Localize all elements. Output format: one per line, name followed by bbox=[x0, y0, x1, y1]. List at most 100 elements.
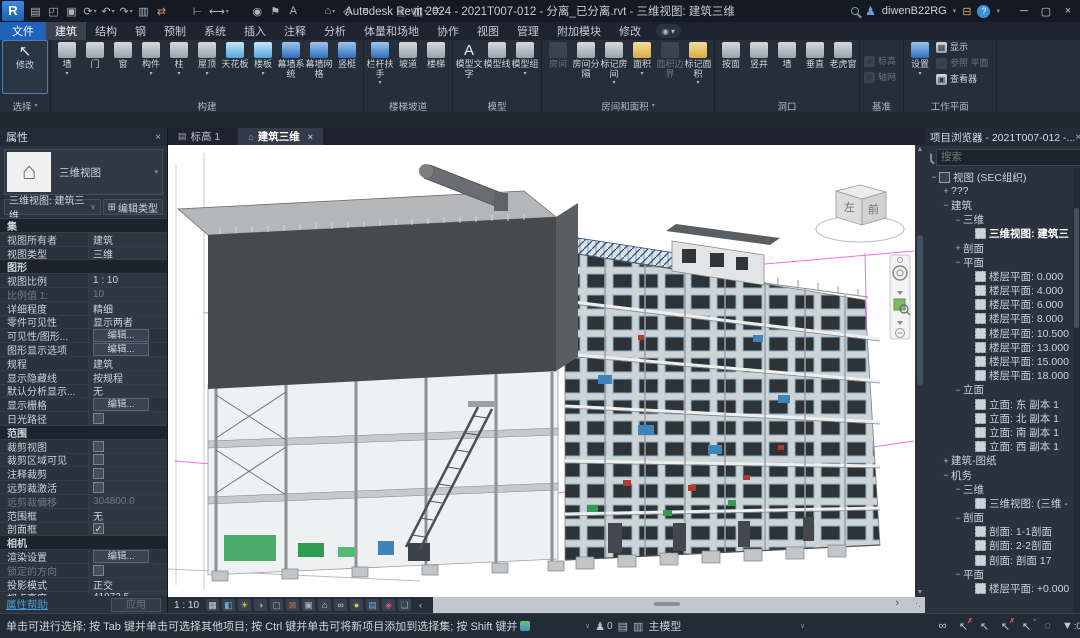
ribbon-tool-button[interactable]: 楼梯 bbox=[422, 40, 450, 77]
ribbon-tool-button[interactable]: 幕墙系统 bbox=[277, 40, 305, 86]
minimize-button[interactable]: ─ bbox=[1014, 5, 1034, 18]
close-icon[interactable]: × bbox=[155, 132, 161, 143]
property-value[interactable]: 显示两者 bbox=[88, 316, 167, 329]
close-button[interactable]: × bbox=[1058, 5, 1078, 18]
app-store-cart-icon[interactable]: ⊟ bbox=[962, 5, 971, 18]
canvas-horizontal-scrollbar[interactable]: › ⋱ bbox=[433, 597, 925, 613]
ribbon-tool-button[interactable]: 老虎窗 bbox=[829, 40, 857, 77]
tree-item[interactable]: − 平面 bbox=[925, 255, 1080, 269]
status-toggle-icon[interactable]: ↖ bbox=[978, 620, 992, 633]
qat-button[interactable]: ⇄ bbox=[154, 2, 170, 20]
property-value[interactable]: ✓ bbox=[88, 523, 167, 536]
tree-item[interactable]: 剖面: 剖面 17 bbox=[925, 553, 1080, 567]
tree-item[interactable]: 楼层平面: +0.000 bbox=[925, 581, 1080, 595]
tree-item[interactable]: 立面: 西 副本 1 bbox=[925, 440, 1080, 454]
scrollbar-thumb[interactable] bbox=[917, 235, 923, 385]
view-tab[interactable]: ▤ 标高 1 bbox=[168, 128, 238, 145]
ribbon-tool-button[interactable]: ↖ 修改 bbox=[2, 40, 48, 94]
tree-item[interactable]: 楼层平面: 10.500 bbox=[925, 326, 1080, 340]
tree-toggle-icon[interactable]: − bbox=[941, 470, 951, 480]
file-tab[interactable]: 文件 bbox=[0, 22, 46, 40]
tree-item[interactable]: + 剖面 bbox=[925, 241, 1080, 255]
edit-type-button[interactable]: ⊞ 编辑类型 bbox=[103, 199, 163, 215]
tree-toggle-icon[interactable]: − bbox=[941, 200, 951, 210]
property-value[interactable]: 无 bbox=[88, 509, 167, 522]
ribbon-tool-button[interactable]: 竖梃 bbox=[333, 40, 361, 77]
qat-button[interactable]: ▥ ▾ bbox=[412, 2, 428, 20]
ribbon-tab[interactable]: 修改 bbox=[610, 22, 650, 40]
ribbon-tool-button[interactable]: 窗 bbox=[109, 40, 137, 77]
ribbon-tool-button[interactable]: 房间 bbox=[544, 40, 572, 77]
tree-item[interactable]: 立面: 南 副本 1 bbox=[925, 425, 1080, 439]
view-control-icon[interactable]: ⊠ bbox=[286, 599, 299, 611]
panel-label-room-area[interactable]: 房间和面积▾ bbox=[544, 99, 712, 112]
tree-toggle-icon[interactable]: − bbox=[953, 215, 963, 225]
tree-item[interactable]: − 建筑 bbox=[925, 198, 1080, 212]
status-toggle-icon[interactable]: ▼:0 bbox=[1062, 620, 1076, 632]
restore-button[interactable]: ▢ bbox=[1036, 5, 1056, 18]
revit-app-menu-button[interactable]: R bbox=[2, 1, 24, 21]
support-structure[interactable] bbox=[208, 371, 558, 575]
ribbon-tool-button[interactable]: 按面 bbox=[717, 40, 745, 77]
qat-button[interactable]: ↶ ▾ bbox=[100, 2, 116, 20]
qat-button[interactable] bbox=[376, 2, 392, 20]
ribbon-tab[interactable]: 系统 bbox=[195, 22, 235, 40]
scroll-down-icon[interactable]: ▼ bbox=[915, 589, 925, 596]
ribbon-tool-button[interactable]: 屋顶 ▾ bbox=[193, 40, 221, 77]
active-design-option[interactable]: 主模型 bbox=[648, 618, 681, 634]
ribbon-tab[interactable]: 插入 bbox=[235, 22, 275, 40]
status-toggle-icon[interactable]: ∞ bbox=[936, 620, 950, 632]
tree-item[interactable]: − 视图 (SEC组织) bbox=[925, 170, 1080, 184]
ribbon-tab[interactable]: 协作 bbox=[428, 22, 468, 40]
view-control-icon[interactable]: ⌂ bbox=[318, 599, 331, 611]
ribbon-tool-button[interactable]: 模型线 bbox=[483, 40, 511, 77]
property-value[interactable]: 304800.0 bbox=[88, 495, 167, 508]
help-menu-caret-icon[interactable]: ▾ bbox=[996, 7, 1000, 15]
property-value[interactable]: 按规程 bbox=[88, 371, 167, 384]
tree-toggle-icon[interactable]: − bbox=[953, 513, 963, 523]
tree-item[interactable]: 楼层平面: 15.000 bbox=[925, 354, 1080, 368]
qat-button[interactable]: ▣ bbox=[394, 2, 410, 20]
tree-item[interactable]: 楼层平面: 0.000 bbox=[925, 269, 1080, 283]
qat-button[interactable]: ⟷ ▾ bbox=[208, 2, 230, 20]
model-3d-view[interactable]: 左 前 bbox=[168, 145, 915, 597]
ribbon-tool-button[interactable]: 垂直 bbox=[801, 40, 829, 77]
view-tab[interactable]: ⌂ 建筑三维 × bbox=[238, 128, 323, 145]
property-value[interactable]: 10 bbox=[88, 288, 167, 301]
view-control-icon[interactable]: ❏ bbox=[398, 599, 411, 611]
ribbon-tool-button[interactable]: 天花板 bbox=[221, 40, 249, 77]
view-control-icon[interactable]: ▦ bbox=[206, 599, 219, 611]
tree-item[interactable]: 楼层平面: 13.000 bbox=[925, 340, 1080, 354]
apply-button[interactable]: 应用 bbox=[111, 598, 161, 612]
ribbon-tab[interactable]: 体量和场地 bbox=[355, 22, 428, 40]
view-scale-button[interactable]: 1 : 10 bbox=[174, 600, 199, 611]
view-control-icon[interactable]: ▣ bbox=[302, 599, 315, 611]
ribbon-tool-button[interactable]: 墙 bbox=[773, 40, 801, 77]
ribbon-tool-button[interactable]: 标记房间 ▾ bbox=[600, 40, 628, 86]
ribbon-tool-button[interactable]: 楼板 ▾ bbox=[249, 40, 277, 77]
qat-button[interactable]: ⌂ ▾ bbox=[322, 2, 338, 20]
ribbon-tab[interactable]: 注释 bbox=[275, 22, 315, 40]
property-value[interactable]: 无 bbox=[88, 385, 167, 398]
ribbon-tool-button[interactable]: ⌗ 标高 bbox=[862, 54, 901, 69]
tree-toggle-icon[interactable]: − bbox=[953, 385, 963, 395]
instance-selector[interactable]: 三维视图: 建筑三维 ∨ bbox=[4, 199, 101, 215]
browser-search-input[interactable] bbox=[936, 149, 1080, 166]
tree-toggle-icon[interactable]: + bbox=[941, 456, 951, 466]
resize-grip-icon[interactable]: ⋱ bbox=[912, 598, 921, 609]
ribbon-tab[interactable]: 建筑 bbox=[46, 22, 86, 40]
view-control-icon[interactable]: ▤ bbox=[366, 599, 379, 611]
close-icon[interactable]: × bbox=[308, 132, 313, 142]
qat-button[interactable] bbox=[304, 2, 320, 20]
tree-item[interactable]: 剖面: 1-1剖面 bbox=[925, 525, 1080, 539]
qat-button[interactable]: ⟳ ▾ bbox=[82, 2, 98, 20]
workset-list-icon[interactable]: ▤ bbox=[618, 620, 628, 633]
ribbon-tool-button[interactable]: 坡道 bbox=[394, 40, 422, 77]
tree-toggle-icon[interactable]: − bbox=[953, 484, 963, 494]
qat-button[interactable]: ◇ bbox=[340, 2, 356, 20]
ribbon-tab[interactable]: 视图 bbox=[468, 22, 508, 40]
canvas-vertical-scrollbar[interactable]: ▲ ▼ bbox=[915, 145, 925, 597]
ribbon-tab[interactable]: 分析 bbox=[315, 22, 355, 40]
design-option-caret-icon[interactable]: ∨ bbox=[800, 622, 805, 630]
ribbon-tool-button[interactable]: ▦ 显示 bbox=[934, 40, 994, 55]
